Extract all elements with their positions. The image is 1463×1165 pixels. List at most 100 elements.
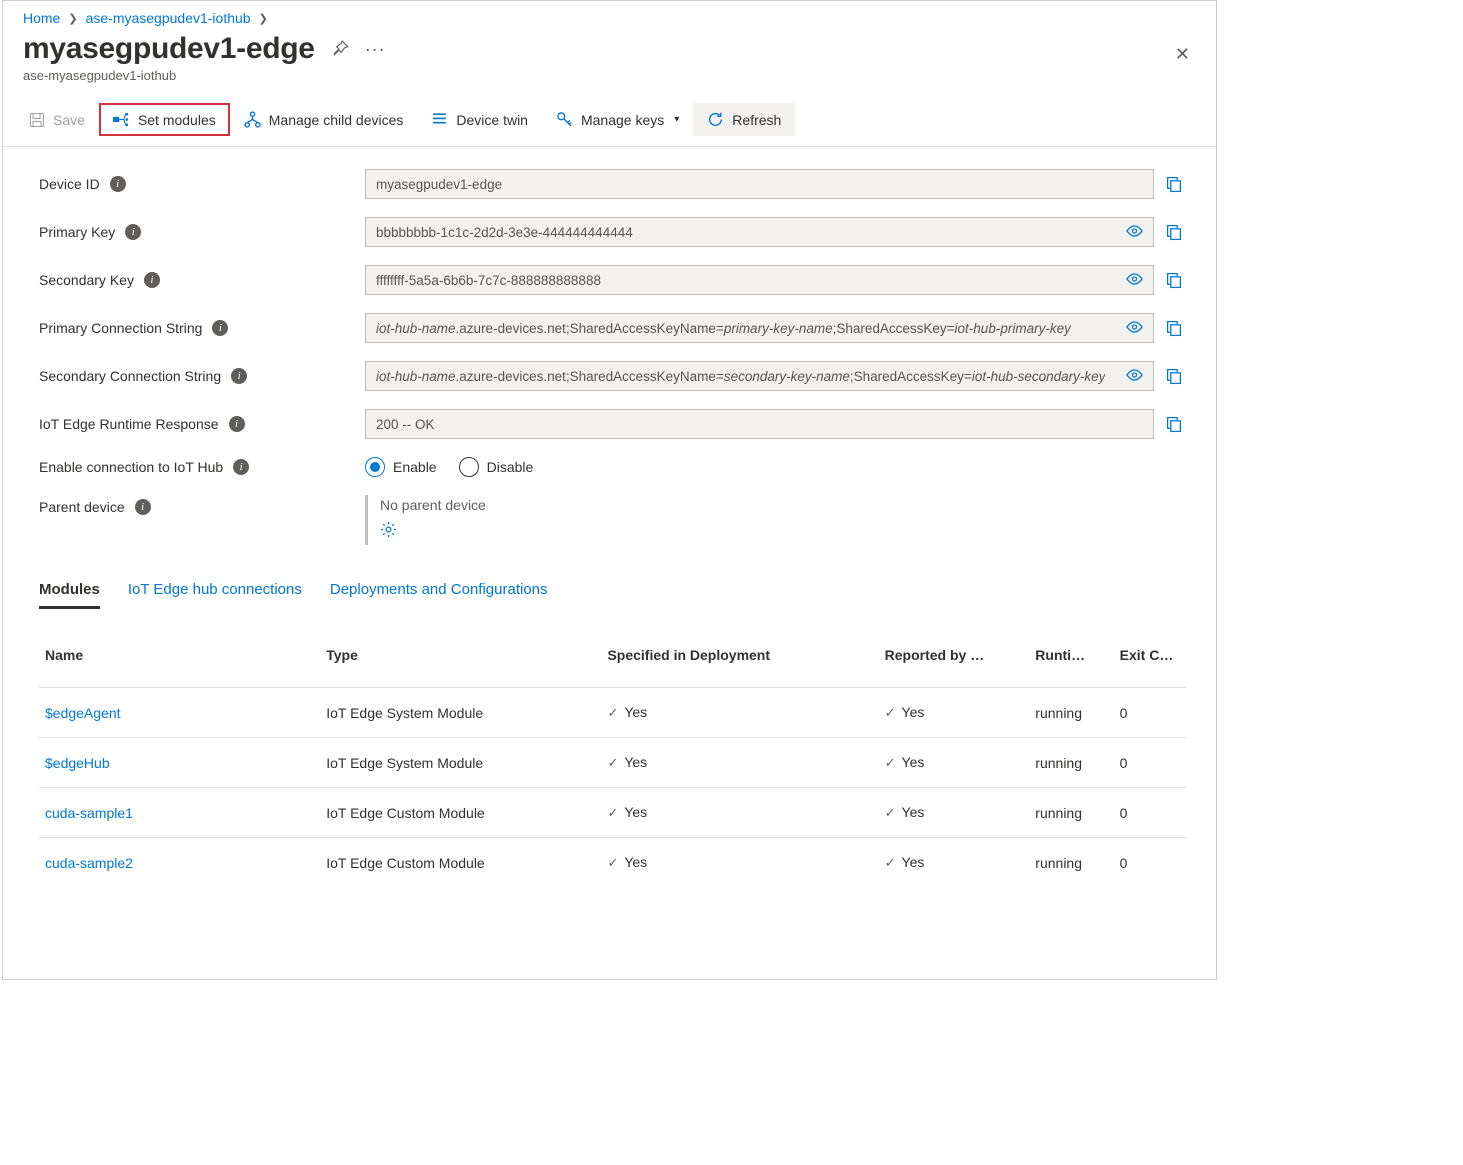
- table-row[interactable]: cuda-sample1IoT Edge Custom Module✓Yes✓Y…: [39, 788, 1186, 838]
- breadcrumb: Home ❯ ase-myasegpudev1-iothub ❯: [3, 1, 1216, 28]
- primary-conn-label: Primary Connection String: [39, 320, 202, 336]
- save-label: Save: [53, 112, 85, 128]
- info-icon[interactable]: i: [212, 320, 228, 336]
- modules-table: Name Type Specified in Deployment Report…: [39, 635, 1186, 887]
- table-header-row: Name Type Specified in Deployment Report…: [39, 635, 1186, 688]
- refresh-button[interactable]: Refresh: [693, 103, 795, 136]
- pin-icon[interactable]: [331, 40, 349, 58]
- copy-icon[interactable]: [1166, 368, 1186, 385]
- enable-radio[interactable]: Enable: [365, 457, 437, 477]
- breadcrumb-home[interactable]: Home: [23, 10, 60, 26]
- tab-deployments[interactable]: Deployments and Configurations: [330, 581, 548, 609]
- primary-conn-value: iot-hub-name.azure-devices.net;SharedAcc…: [376, 321, 1071, 336]
- hierarchy-icon: [244, 111, 261, 128]
- breadcrumb-parent[interactable]: ase-myasegpudev1-iothub: [86, 10, 251, 26]
- secondary-conn-label: Secondary Connection String: [39, 368, 221, 384]
- col-name[interactable]: Name: [39, 635, 320, 688]
- info-icon[interactable]: i: [229, 416, 245, 432]
- page-subtitle: ase-myasegpudev1-iothub: [23, 68, 386, 83]
- set-modules-button[interactable]: Set modules: [99, 103, 230, 136]
- primary-key-label: Primary Key: [39, 224, 115, 240]
- device-panel: Home ❯ ase-myasegpudev1-iothub ❯ myasegp…: [2, 0, 1217, 980]
- col-type[interactable]: Type: [320, 635, 601, 688]
- module-name-link[interactable]: cuda-sample1: [45, 805, 133, 821]
- parent-device-block: No parent device: [365, 495, 486, 545]
- check-icon: ✓: [885, 805, 896, 820]
- col-runtime[interactable]: Runti…: [1029, 635, 1113, 688]
- check-icon: ✓: [607, 755, 618, 770]
- copy-icon[interactable]: [1166, 176, 1186, 193]
- set-modules-label: Set modules: [138, 112, 216, 128]
- reveal-icon[interactable]: [1118, 272, 1143, 289]
- reveal-icon[interactable]: [1118, 320, 1143, 337]
- table-row[interactable]: $edgeHubIoT Edge System Module✓Yes✓Yesru…: [39, 738, 1186, 788]
- command-bar: Save Set modules Manage child devices De…: [3, 89, 1216, 147]
- info-icon[interactable]: i: [125, 224, 141, 240]
- more-icon[interactable]: ···: [365, 39, 386, 60]
- device-twin-label: Device twin: [456, 112, 528, 128]
- parent-device-value: No parent device: [380, 497, 486, 513]
- reveal-icon[interactable]: [1118, 368, 1143, 385]
- module-type: IoT Edge System Module: [320, 738, 601, 788]
- check-icon: ✓: [607, 705, 618, 720]
- table-row[interactable]: cuda-sample2IoT Edge Custom Module✓Yes✓Y…: [39, 838, 1186, 888]
- runtime-response-label: IoT Edge Runtime Response: [39, 416, 219, 432]
- module-spec: ✓Yes: [601, 688, 878, 738]
- check-icon: ✓: [607, 805, 618, 820]
- module-type: IoT Edge Custom Module: [320, 838, 601, 888]
- manage-keys-button[interactable]: Manage keys ▾: [542, 103, 693, 136]
- disable-radio[interactable]: Disable: [459, 457, 534, 477]
- copy-icon[interactable]: [1166, 224, 1186, 241]
- chevron-right-icon: ❯: [259, 12, 268, 25]
- reveal-icon[interactable]: [1118, 224, 1143, 241]
- table-row[interactable]: $edgeAgentIoT Edge System Module✓Yes✓Yes…: [39, 688, 1186, 738]
- device-twin-button[interactable]: Device twin: [417, 103, 542, 136]
- module-name-link[interactable]: $edgeAgent: [45, 705, 121, 721]
- module-name-link[interactable]: $edgeHub: [45, 755, 110, 771]
- page-header: myasegpudev1-edge ··· ase-myasegpudev1-i…: [3, 28, 1216, 83]
- form-body: Device ID i myasegpudev1-edge Primary Ke…: [3, 147, 1216, 887]
- manage-child-devices-button[interactable]: Manage child devices: [230, 103, 418, 136]
- refresh-icon: [707, 111, 724, 128]
- gear-icon[interactable]: [380, 521, 397, 543]
- copy-icon[interactable]: [1166, 272, 1186, 289]
- key-icon: [556, 111, 573, 128]
- enable-radio-label: Enable: [393, 459, 437, 475]
- copy-icon[interactable]: [1166, 320, 1186, 337]
- module-exit: 0: [1114, 688, 1186, 738]
- check-icon: ✓: [607, 855, 618, 870]
- copy-icon[interactable]: [1166, 416, 1186, 433]
- col-spec[interactable]: Specified in Deployment: [601, 635, 878, 688]
- close-icon[interactable]: ✕: [1175, 32, 1196, 65]
- info-icon[interactable]: i: [233, 459, 249, 475]
- list-icon: [431, 111, 448, 128]
- chevron-down-icon: ▾: [674, 114, 679, 125]
- primary-conn-field: iot-hub-name.azure-devices.net;SharedAcc…: [365, 313, 1154, 343]
- module-runtime: running: [1029, 738, 1113, 788]
- manage-child-label: Manage child devices: [269, 112, 404, 128]
- info-icon[interactable]: i: [144, 272, 160, 288]
- secondary-conn-field: iot-hub-name.azure-devices.net;SharedAcc…: [365, 361, 1154, 391]
- tab-modules[interactable]: Modules: [39, 581, 100, 609]
- manage-keys-label: Manage keys: [581, 112, 664, 128]
- device-id-value: myasegpudev1-edge: [376, 177, 502, 192]
- module-runtime: running: [1029, 688, 1113, 738]
- info-icon[interactable]: i: [231, 368, 247, 384]
- info-icon[interactable]: i: [135, 499, 151, 515]
- device-id-field: myasegpudev1-edge: [365, 169, 1154, 199]
- runtime-response-value: 200 -- OK: [376, 417, 435, 432]
- info-icon[interactable]: i: [110, 176, 126, 192]
- enable-connection-label: Enable connection to IoT Hub: [39, 459, 223, 475]
- col-exit[interactable]: Exit C…: [1114, 635, 1186, 688]
- save-button: Save: [15, 104, 99, 136]
- disable-radio-label: Disable: [487, 459, 534, 475]
- module-spec: ✓Yes: [601, 738, 878, 788]
- module-name-link[interactable]: cuda-sample2: [45, 855, 133, 871]
- tab-connections[interactable]: IoT Edge hub connections: [128, 581, 302, 609]
- check-icon: ✓: [885, 855, 896, 870]
- col-reported[interactable]: Reported by …: [879, 635, 1030, 688]
- radio-checked-icon: [365, 457, 385, 477]
- refresh-label: Refresh: [732, 112, 781, 128]
- module-runtime: running: [1029, 788, 1113, 838]
- secondary-key-field: ffffffff-5a5a-6b6b-7c7c-888888888888: [365, 265, 1154, 295]
